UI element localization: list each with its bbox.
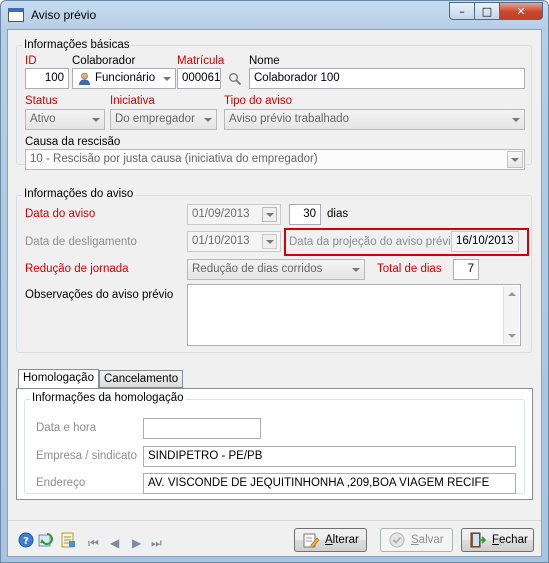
window-icon xyxy=(8,8,24,22)
tab-panel: Informações da homologação Data e hora E… xyxy=(16,388,533,500)
total-dias-field[interactable]: 7 xyxy=(453,259,479,280)
status-value: Ativo xyxy=(30,113,56,125)
status-select[interactable]: Ativo xyxy=(25,109,105,130)
observacoes-label: Observações do aviso prévio xyxy=(25,289,174,301)
close-icon: ✕ xyxy=(516,4,526,18)
check-icon xyxy=(389,532,405,548)
data-aviso-label: Data do aviso xyxy=(25,208,96,220)
report-icon[interactable] xyxy=(60,532,76,548)
search-icon[interactable] xyxy=(228,72,242,86)
refresh-icon[interactable] xyxy=(38,532,55,548)
chevron-down-icon xyxy=(511,158,519,162)
projecao-label: Data da projeção do aviso prévio xyxy=(289,236,458,248)
empresa-label: Empresa / sindicato xyxy=(36,450,137,462)
id-label: ID xyxy=(25,55,37,67)
observacoes-textarea[interactable] xyxy=(187,284,521,346)
colaborador-label: Colaborador xyxy=(72,55,136,67)
nav-first-icon[interactable]: ⏮ xyxy=(88,536,99,551)
tab-homologacao[interactable]: Homologação xyxy=(18,369,99,389)
status-label: Status xyxy=(25,95,58,107)
total-dias-label: Total de dias xyxy=(377,263,442,275)
dialog-body: Informações básicas ID 100 Colaborador F… xyxy=(7,29,542,557)
maximize-button[interactable]: □ xyxy=(474,2,500,20)
chevron-down-icon xyxy=(266,240,274,244)
colaborador-value: Funcionário xyxy=(95,72,156,84)
data-hora-field[interactable] xyxy=(143,418,261,439)
iniciativa-label: Iniciativa xyxy=(110,95,155,107)
tab-cancelamento[interactable]: Cancelamento xyxy=(99,370,184,388)
chevron-down-icon xyxy=(266,213,274,217)
edit-icon xyxy=(303,532,320,548)
observacoes-scrollbar[interactable] xyxy=(503,286,519,344)
iniciativa-select[interactable]: Do empregador xyxy=(110,109,217,130)
empresa-field[interactable]: SINDIPETRO - PE/PB xyxy=(143,446,516,467)
dias-label: dias xyxy=(327,208,349,220)
calendar-icon xyxy=(262,234,277,249)
tipo-aviso-value: Aviso prévio trabalhado xyxy=(229,113,349,125)
nome-label: Nome xyxy=(249,55,280,67)
endereco-field[interactable]: AV. VISCONDE DE JEQUITINHONHA ,209,BOA V… xyxy=(143,473,516,494)
tipo-aviso-select[interactable]: Aviso prévio trabalhado xyxy=(224,109,525,130)
causa-select[interactable]: 10 - Rescisão por justa causa (iniciativ… xyxy=(25,149,525,170)
fechar-label: Fechar xyxy=(492,534,528,546)
alterar-button[interactable]: Alterar xyxy=(294,528,367,552)
reducao-label: Redução de jornada xyxy=(25,263,129,275)
causa-value: 10 - Rescisão por justa causa (iniciativ… xyxy=(30,153,318,165)
salvar-button: Salvar xyxy=(380,528,453,552)
dropdown-button[interactable] xyxy=(507,151,523,168)
projecao-field: 16/10/2013 xyxy=(451,231,519,252)
reducao-value: Redução de dias corridos xyxy=(192,263,323,275)
desligamento-label: Data de desligamento xyxy=(25,236,137,248)
title-bar[interactable]: Aviso prévio – □ ✕ xyxy=(1,1,548,29)
desligamento-field: 01/10/2013 xyxy=(187,231,281,252)
data-hora-label: Data e hora xyxy=(36,422,97,434)
footer-divider xyxy=(8,520,541,521)
id-field[interactable]: 100 xyxy=(25,68,69,89)
endereco-label: Endereço xyxy=(36,477,86,489)
exit-icon xyxy=(470,532,487,548)
colaborador-select[interactable]: Funcionário xyxy=(72,68,176,89)
data-aviso-value: 01/09/2013 xyxy=(192,208,250,220)
window-title: Aviso prévio xyxy=(31,8,97,22)
scroll-down-icon[interactable] xyxy=(508,334,516,338)
scroll-up-icon[interactable] xyxy=(508,292,516,296)
dias-field[interactable]: 30 xyxy=(289,204,321,225)
chevron-down-icon xyxy=(163,77,171,81)
fechar-button[interactable]: Fechar xyxy=(461,528,534,552)
salvar-label: Salvar xyxy=(411,534,444,546)
matricula-label: Matrícula xyxy=(177,55,225,67)
help-icon[interactable]: ? xyxy=(18,532,34,548)
group-homologacao-title: Informações da homologação xyxy=(30,392,186,404)
chevron-down-icon xyxy=(92,118,100,122)
minimize-icon: – xyxy=(459,4,465,18)
minimize-button[interactable]: – xyxy=(449,2,475,20)
calendar-icon[interactable] xyxy=(262,207,277,222)
group-info-basicas-title: Informações básicas xyxy=(22,39,132,51)
causa-label: Causa da rescisão xyxy=(25,136,121,148)
desligamento-value: 01/10/2013 xyxy=(192,235,250,247)
reducao-select[interactable]: Redução de dias corridos xyxy=(187,259,365,280)
nav-prev-icon[interactable]: ◀ xyxy=(110,536,119,550)
window: Aviso prévio – □ ✕ Informações básicas I… xyxy=(0,0,549,563)
chevron-down-icon xyxy=(512,118,520,122)
nav-last-icon[interactable]: ⏭ xyxy=(151,536,162,551)
group-info-aviso-title: Informações do aviso xyxy=(22,188,136,200)
matricula-field[interactable]: 000061 xyxy=(177,68,221,89)
user-icon xyxy=(78,72,91,85)
tipo-aviso-label: Tipo do aviso xyxy=(224,95,292,107)
maximize-icon: □ xyxy=(481,4,493,18)
iniciativa-value: Do empregador xyxy=(115,113,195,125)
svg-text:?: ? xyxy=(23,536,29,547)
chevron-down-icon xyxy=(204,118,212,122)
chevron-down-icon xyxy=(352,268,360,272)
nome-field[interactable]: Colaborador 100 xyxy=(249,68,525,89)
close-button[interactable]: ✕ xyxy=(499,2,543,20)
nav-next-icon[interactable]: ▶ xyxy=(132,536,141,550)
alterar-label: Alterar xyxy=(325,534,359,546)
data-aviso-field[interactable]: 01/09/2013 xyxy=(187,204,281,225)
